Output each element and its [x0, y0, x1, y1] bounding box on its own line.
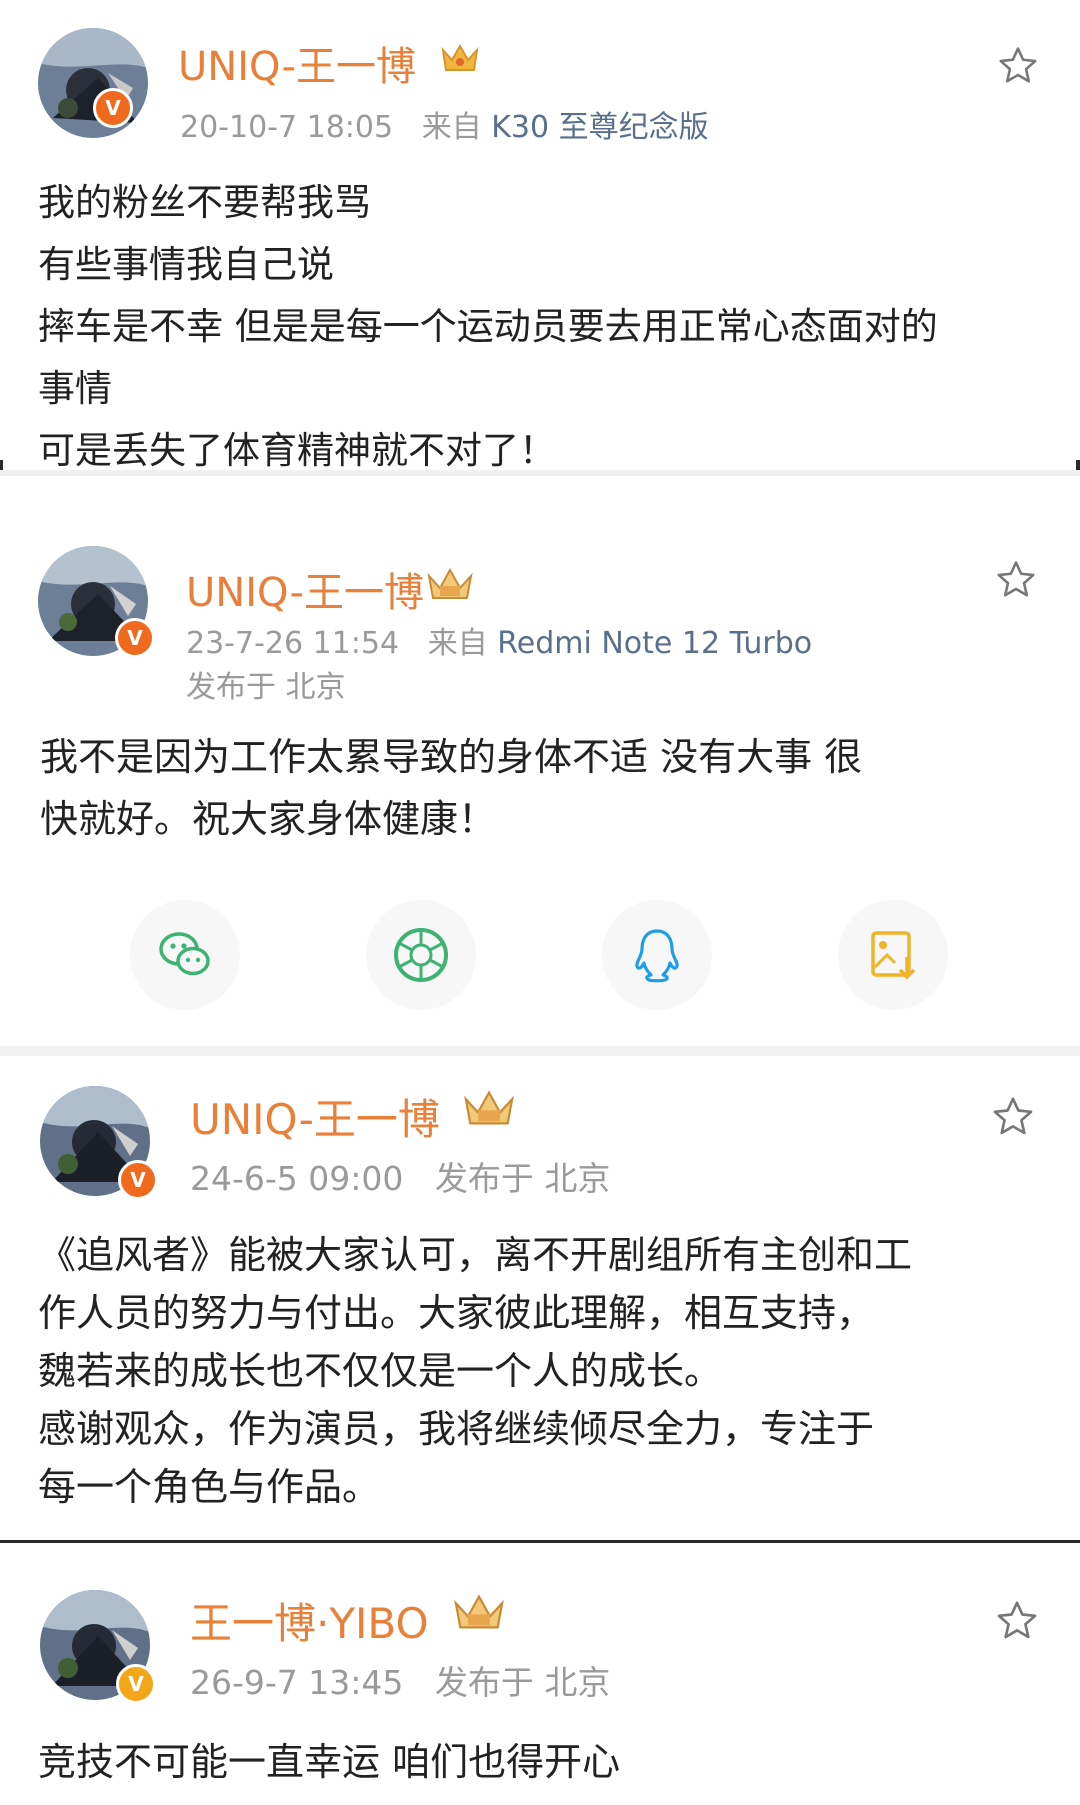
post-meta: 20-10-7 18:05 来自 K30 至尊纪念版: [180, 102, 709, 146]
post-line: 《追风者》能被大家认可，离不开剧组所有主创和工: [38, 1233, 913, 1277]
verified-badge: V: [116, 1664, 156, 1704]
post-source[interactable]: K30 至尊纪念版: [491, 110, 708, 145]
verified-badge: V: [93, 88, 133, 128]
post-line: 感谢观众，作为演员，我将继续倾尽全力，专注于: [38, 1407, 875, 1451]
favorite-star-icon[interactable]: [996, 44, 1040, 88]
post-card-1: V UNIQ-王一博 20-10-7 18:05 来自 K30 至尊纪念版 我的…: [0, 0, 1080, 472]
post-line: 事情: [38, 367, 112, 410]
post-date: 23-7-26 11:54: [186, 626, 400, 661]
qq-share-button[interactable]: [602, 900, 712, 1010]
username[interactable]: UNIQ-王一博: [190, 1086, 440, 1147]
avatar[interactable]: [38, 28, 148, 138]
moments-icon: [394, 928, 448, 982]
wechat-share-button[interactable]: [130, 900, 240, 1010]
post-line: 我的粉丝不要帮我骂: [38, 181, 371, 224]
post-line: 我不是因为工作太累导致的身体不适 没有大事 很: [40, 735, 863, 779]
username[interactable]: UNIQ-王一博: [178, 34, 416, 92]
post-card-3: V UNIQ-王一博 24-6-5 09:00 发布于 北京 《追风者》能被大家…: [0, 1056, 1080, 1540]
moments-share-button[interactable]: [366, 900, 476, 1010]
favorite-star-icon[interactable]: [994, 1598, 1040, 1644]
post-line: 有些事情我自己说: [38, 243, 334, 286]
post-meta: 24-6-5 09:00 发布于 北京: [190, 1152, 610, 1200]
post-card-4: V 王一博·YIBO 26-9-7 13:45 发布于 北京 竞技不可能一直幸运…: [0, 1546, 1080, 1805]
divider: [0, 1540, 1080, 1543]
post-location: 发布于 北京: [186, 670, 346, 705]
avatar-image: [38, 28, 148, 138]
post-line: 作人员的努力与付出。大家彼此理解，相互支持，: [38, 1291, 875, 1335]
post-date: 20-10-7 18:05: [180, 110, 394, 145]
share-row: [0, 900, 1080, 1030]
divider: [0, 1046, 1080, 1056]
crown-icon: [464, 1090, 514, 1125]
post-body: 竞技不可能一直幸运 咱们也得开心: [38, 1736, 620, 1789]
verified-badge: V: [115, 618, 155, 658]
source-prefix: 来自: [421, 110, 482, 145]
post-line: 每一个角色与作品。: [38, 1465, 381, 1509]
post-source[interactable]: Redmi Note 12 Turbo: [497, 626, 812, 661]
username[interactable]: 王一博·YIBO: [190, 1590, 429, 1651]
crown-icon: [427, 567, 473, 599]
qq-icon: [635, 929, 679, 983]
post-card-2: V UNIQ-王一博 23-7-26 11:54 来自 Redmi Note 1…: [0, 476, 1080, 1046]
favorite-star-icon[interactable]: [994, 558, 1038, 602]
post-meta: 26-9-7 13:45 发布于 北京: [190, 1656, 610, 1704]
post-line: 魏若来的成长也不仅仅是一个人的成长。: [38, 1349, 723, 1393]
favorite-star-icon[interactable]: [990, 1094, 1036, 1140]
post-location: 发布于 北京: [434, 1663, 611, 1702]
wechat-icon: [159, 932, 210, 976]
source-prefix: 来自: [427, 626, 488, 661]
save-image-button[interactable]: [838, 900, 948, 1010]
crown-icon: [441, 43, 479, 71]
post-body: 我的粉丝不要帮我骂 有些事情我自己说 摔车是不幸 但是是每一个运动员要去用正常心…: [38, 172, 938, 482]
post-date: 24-6-5 09:00: [190, 1159, 404, 1198]
crown-icon: [454, 1594, 504, 1629]
username[interactable]: UNIQ-王一博: [186, 560, 424, 618]
post-body: 《追风者》能被大家认可，离不开剧组所有主创和工 作人员的努力与付出。大家彼此理解…: [38, 1226, 912, 1516]
post-date: 26-9-7 13:45: [190, 1663, 404, 1702]
post-body: 我不是因为工作太累导致的身体不适 没有大事 很 快就好。祝大家身体健康！: [40, 726, 862, 850]
post-location: 发布于 北京: [434, 1159, 611, 1198]
verified-badge: V: [118, 1160, 158, 1200]
post-line: 摔车是不幸 但是是每一个运动员要去用正常心态面对的: [38, 305, 938, 348]
save-image-icon: [871, 931, 916, 980]
post-line: 竞技不可能一直幸运 咱们也得开心: [38, 1740, 621, 1784]
post-line: 快就好。祝大家身体健康！: [40, 797, 497, 841]
post-meta: 23-7-26 11:54 来自 Redmi Note 12 Turbo: [186, 618, 812, 662]
